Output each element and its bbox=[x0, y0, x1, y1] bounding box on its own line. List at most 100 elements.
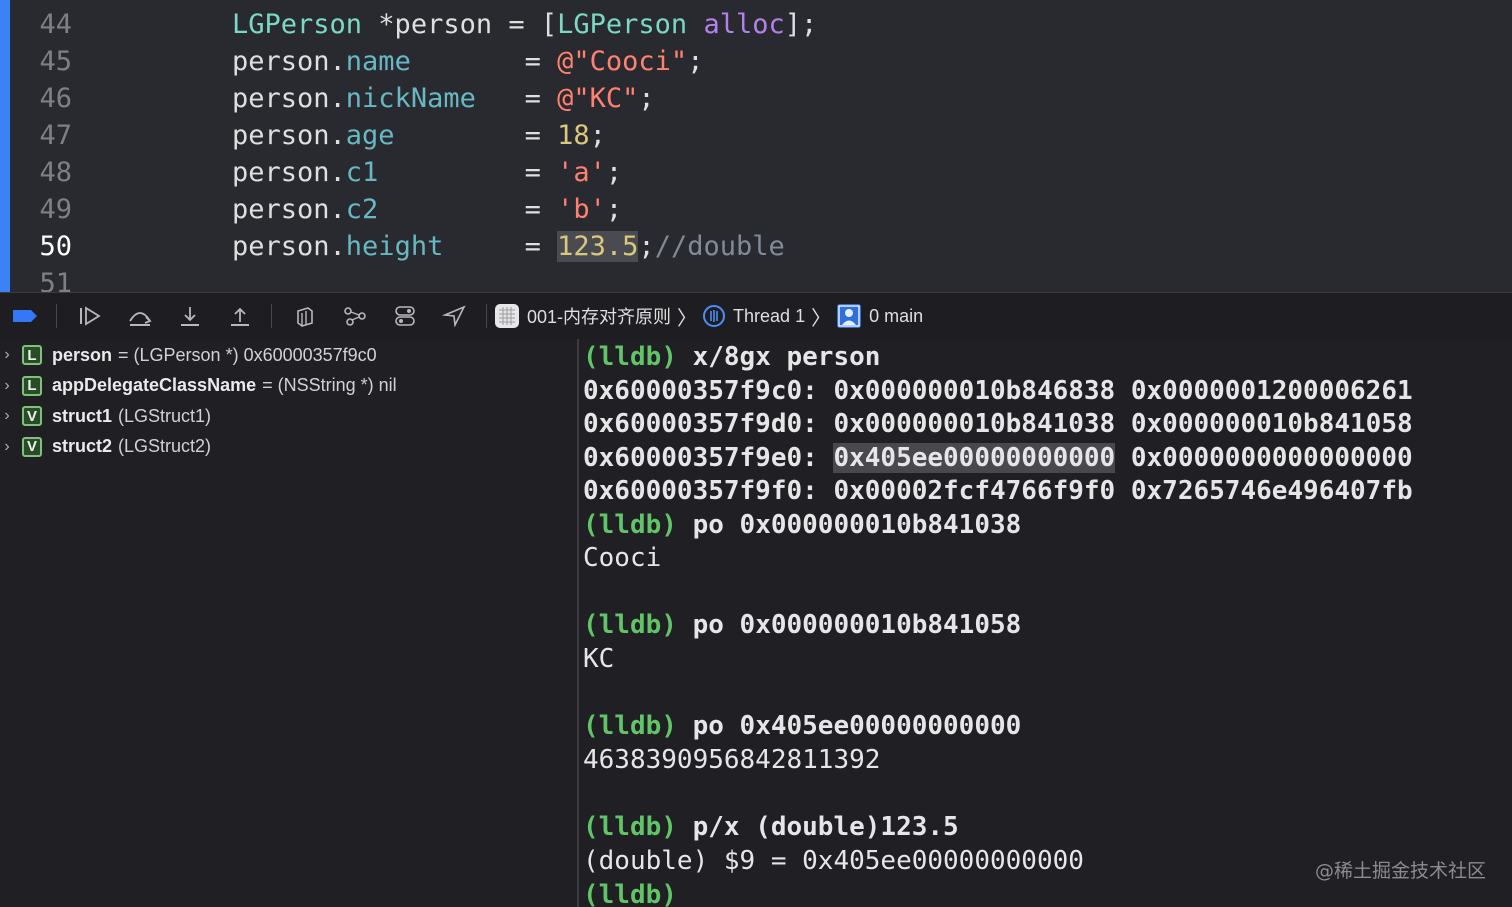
app-icon bbox=[495, 304, 519, 328]
code-token: @"KC" bbox=[557, 83, 639, 114]
chevron-right-icon: 〉 bbox=[811, 307, 832, 330]
breakpoints-toggle-icon[interactable] bbox=[8, 301, 42, 331]
console-line: Cooci bbox=[583, 542, 661, 575]
line-number[interactable]: 51 bbox=[20, 265, 72, 292]
code-line[interactable]: 44 LGPerson *person = [LGPerson alloc]; bbox=[0, 6, 1512, 43]
code-line[interactable]: 47 person.age = 18; bbox=[0, 117, 1512, 154]
frame-crumb[interactable]: 0 main bbox=[869, 306, 923, 327]
step-out-icon[interactable] bbox=[223, 301, 257, 331]
console-output: Cooci bbox=[583, 543, 662, 573]
code-token: 'a' bbox=[557, 157, 606, 188]
line-number[interactable]: 47 bbox=[20, 117, 72, 154]
variable-row[interactable]: › Vstruct1 (LGStruct1) bbox=[0, 401, 577, 431]
line-number[interactable]: 48 bbox=[20, 154, 72, 191]
disclosure-chevron-icon[interactable]: › bbox=[0, 407, 14, 425]
line-number[interactable]: 44 bbox=[20, 6, 72, 43]
thread-crumb[interactable]: Thread 1 bbox=[733, 306, 805, 327]
disclosure-chevron-icon[interactable]: › bbox=[0, 377, 14, 395]
console-line: KC bbox=[583, 643, 614, 676]
simulate-location-icon[interactable] bbox=[438, 301, 472, 331]
code-text: person.nickName = @"KC"; bbox=[232, 80, 655, 117]
code-line[interactable]: 50 person.height = 123.5;//double bbox=[0, 228, 1512, 265]
lldb-command: po 0x000000010b841038 bbox=[676, 510, 1022, 540]
code-token: *person = [ bbox=[362, 9, 558, 40]
variable-row[interactable]: › Vstruct2 (LGStruct2) bbox=[0, 432, 577, 462]
console-output: KC bbox=[583, 644, 615, 674]
code-token: ; bbox=[605, 194, 623, 225]
continue-icon[interactable] bbox=[73, 301, 107, 331]
lldb-prompt: (lldb) bbox=[583, 342, 677, 372]
variable-row[interactable]: › LappDelegateClassName = (NSString *) nil bbox=[0, 371, 577, 401]
variable-value: = (NSString *) nil bbox=[262, 375, 397, 395]
console-line: 4638390956842811392 bbox=[583, 744, 880, 777]
disclosure-chevron-icon[interactable]: › bbox=[0, 346, 14, 364]
lldb-prompt: (lldb) bbox=[583, 880, 677, 907]
console-output: 4638390956842811392 bbox=[583, 745, 881, 775]
code-token: = bbox=[475, 83, 558, 114]
selected-value: 0x405ee00000000000 bbox=[833, 443, 1116, 473]
line-number[interactable]: 50 bbox=[20, 228, 72, 265]
code-token: 123.5 bbox=[557, 231, 639, 262]
lldb-command: p/x (double)123.5 bbox=[676, 812, 959, 842]
code-line[interactable]: 45 person.name = @"Cooci"; bbox=[0, 43, 1512, 80]
lldb-prompt: (lldb) bbox=[583, 510, 677, 540]
code-text: person.age = 18; bbox=[232, 117, 606, 154]
environment-overrides-icon[interactable] bbox=[388, 301, 422, 331]
scheme-crumb[interactable]: 001-内存对齐原则 bbox=[527, 303, 671, 329]
lldb-command: po 0x405ee00000000000 bbox=[676, 711, 1022, 741]
code-token: person. bbox=[232, 231, 346, 262]
variable-kind-badge: L bbox=[22, 375, 42, 396]
variable-value: (LGStruct1) bbox=[118, 405, 212, 426]
view-hierarchy-icon[interactable] bbox=[288, 301, 322, 331]
divider bbox=[486, 304, 487, 328]
debug-bar: 001-内存对齐原则 〉 Thread 1 〉 0 main bbox=[0, 292, 1512, 340]
code-line[interactable]: 49 person.c2 = 'b'; bbox=[0, 191, 1512, 228]
console-line: (lldb) x/8gx person bbox=[583, 341, 880, 374]
code-token: ; bbox=[589, 120, 606, 151]
lldb-prompt: (lldb) bbox=[583, 711, 677, 741]
debug-console[interactable]: (lldb) x/8gx person 0x60000357f9c0: 0x000… bbox=[579, 339, 1512, 907]
memory-dump-line: 0x60000357f9d0: 0x000000010b841038 0x000… bbox=[583, 409, 1413, 439]
step-over-icon[interactable] bbox=[123, 301, 157, 331]
memory-value: 0x0000000000000000 bbox=[1115, 443, 1413, 473]
code-text: person.c2 = 'b'; bbox=[232, 191, 622, 228]
memory-dump-line: 0x60000357f9f0: 0x00002fcf4766f9f0 0x726… bbox=[583, 476, 1413, 506]
code-token: = bbox=[378, 194, 558, 225]
step-into-icon[interactable] bbox=[173, 301, 207, 331]
lldb-command: x/8gx person bbox=[676, 342, 881, 372]
code-line[interactable]: 51 bbox=[0, 265, 1512, 292]
memory-graph-icon[interactable] bbox=[338, 301, 372, 331]
code-token: person. bbox=[232, 157, 346, 188]
disclosure-chevron-icon[interactable]: › bbox=[0, 438, 14, 456]
variable-row[interactable]: › Lperson = (LGPerson *) 0x60000357f9c0 bbox=[0, 340, 577, 370]
code-token: height bbox=[345, 231, 444, 262]
code-text: person.c1 = 'a'; bbox=[232, 154, 622, 191]
code-editor[interactable]: 44 LGPerson *person = [LGPerson alloc]; 45… bbox=[0, 0, 1512, 292]
variable-name: struct2 bbox=[52, 436, 113, 456]
line-number[interactable]: 45 bbox=[20, 43, 72, 80]
watermark: @稀土掘金技术社区 bbox=[1314, 860, 1486, 882]
code-token: ; bbox=[638, 231, 655, 262]
console-line: (lldb) po 0x000000010b841058 bbox=[583, 609, 1021, 642]
variable-name: person bbox=[52, 344, 113, 365]
variable-value: (LGStruct2) bbox=[118, 436, 212, 456]
memory-dump-line: 0x60000357f9c0: 0x000000010b846838 0x000… bbox=[583, 376, 1413, 406]
code-token: person. bbox=[232, 120, 346, 151]
line-number[interactable]: 49 bbox=[20, 191, 72, 228]
code-line[interactable]: 46 person.nickName = @"KC"; bbox=[0, 80, 1512, 117]
code-token: name bbox=[345, 46, 411, 77]
variable-value: = (LGPerson *) 0x60000357f9c0 bbox=[118, 344, 377, 365]
console-output: (double) $9 = 0x405ee00000000000 bbox=[583, 846, 1084, 876]
code-line[interactable]: 48 person.c1 = 'a'; bbox=[0, 154, 1512, 191]
variable-name: struct1 bbox=[52, 405, 113, 426]
code-token: 'b' bbox=[557, 194, 606, 225]
console-line: (double) $9 = 0x405ee00000000000 bbox=[583, 845, 1084, 878]
code-token: person. bbox=[232, 46, 346, 77]
line-number[interactable]: 46 bbox=[20, 80, 72, 117]
divider bbox=[56, 304, 57, 328]
code-token: LGPerson bbox=[232, 9, 363, 40]
variable-kind-badge: V bbox=[22, 436, 42, 457]
frame-icon bbox=[837, 304, 862, 328]
code-token: 18 bbox=[557, 120, 590, 151]
code-token: = bbox=[410, 46, 558, 77]
